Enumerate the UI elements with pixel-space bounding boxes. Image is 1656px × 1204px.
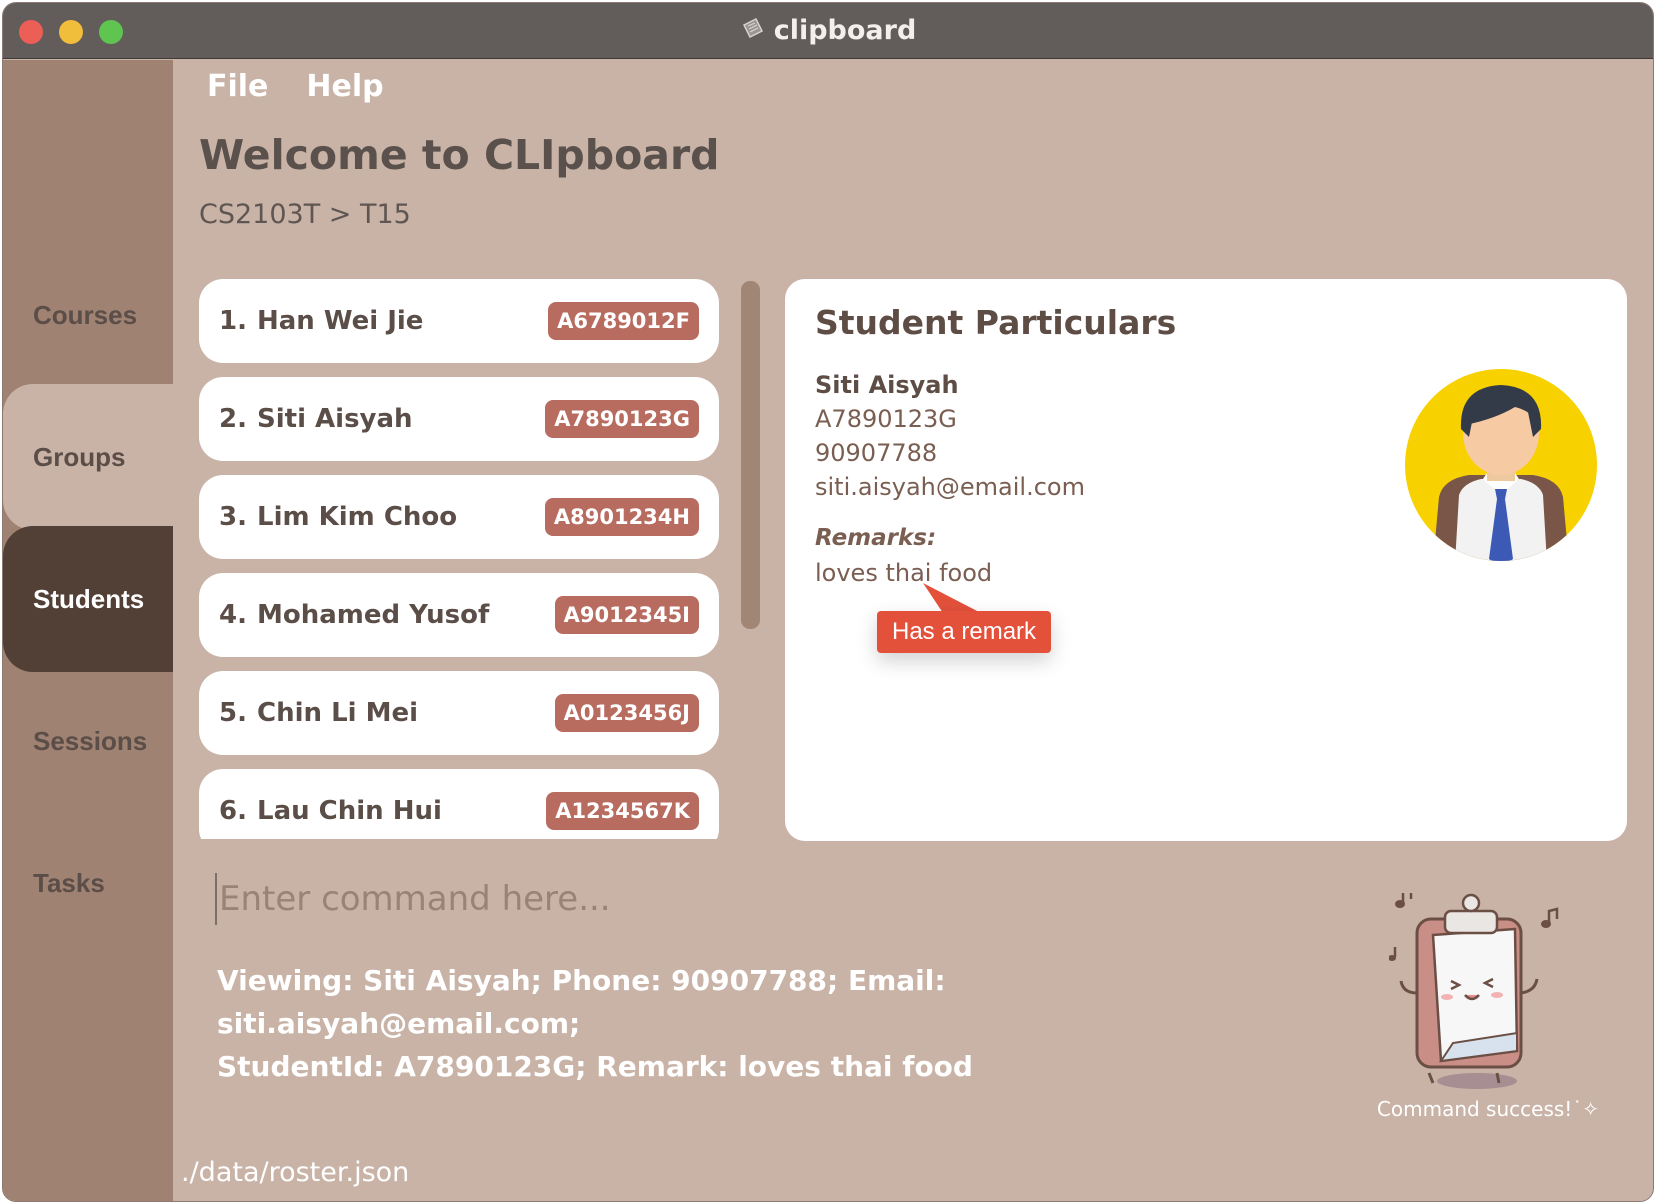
remarks-label: Remarks: xyxy=(815,525,937,551)
student-id-badge: A1234567K xyxy=(546,792,699,830)
tooltip-text: Has a remark xyxy=(892,618,1037,645)
window-title-area: clipboard xyxy=(3,15,1653,48)
sidebar-item-label: Students xyxy=(33,583,145,614)
command-result: Viewing: Siti Aisyah; Phone: 90907788; E… xyxy=(217,959,1257,1088)
sidebar-item-label: Tasks xyxy=(33,867,105,898)
sidebar-item-courses[interactable]: Courses xyxy=(3,242,173,388)
student-card[interactable]: 2. Siti Aisyah A7890123G xyxy=(199,377,719,461)
app-window: clipboard Courses Groups Students Sessio… xyxy=(2,2,1654,1202)
clipboard-mascot-icon xyxy=(1388,887,1569,1093)
student-card[interactable]: 4. Mohamed Yusof A9012345I xyxy=(199,573,719,657)
page-title: Welcome to CLIpboard xyxy=(199,131,720,179)
sidebar-item-label: Sessions xyxy=(33,725,148,756)
student-index: 4. xyxy=(219,600,247,630)
particulars-name: Siti Aisyah xyxy=(815,371,959,399)
student-id-badge: A9012345I xyxy=(554,596,699,634)
mascot-caption: Command success!˙✧ xyxy=(1376,1097,1600,1121)
menu-bar: File Help xyxy=(207,69,384,104)
sidebar-item-groups[interactable]: Groups xyxy=(3,384,173,530)
student-name: Mohamed Yusof xyxy=(257,600,490,630)
title-bar: clipboard xyxy=(3,3,1653,59)
sidebar-item-tasks[interactable]: Tasks xyxy=(3,810,173,956)
sidebar-item-sessions[interactable]: Sessions xyxy=(3,668,173,814)
student-particulars-panel: Student Particulars Siti Aisyah A7890123… xyxy=(785,279,1627,841)
student-id-badge: A7890123G xyxy=(545,400,699,438)
student-name: Lau Chin Hui xyxy=(257,796,442,826)
student-name: Chin Li Mei xyxy=(257,698,419,728)
menu-file[interactable]: File xyxy=(207,69,268,104)
clipboard-app-icon xyxy=(740,15,766,48)
student-index: 1. xyxy=(219,306,247,336)
student-id-badge: A8901234H xyxy=(544,498,699,536)
student-index: 6. xyxy=(219,796,247,826)
menu-help[interactable]: Help xyxy=(306,69,383,104)
student-index: 3. xyxy=(219,502,247,532)
sidebar: Courses Groups Students Sessions Tasks xyxy=(3,60,173,1201)
breadcrumb: CS2103T > T15 xyxy=(199,199,411,230)
student-avatar-icon xyxy=(1403,367,1599,563)
student-name: Han Wei Jie xyxy=(257,306,424,336)
student-list: 1. Han Wei Jie A6789012F 2. Siti Aisyah … xyxy=(199,279,721,839)
particulars-email: siti.aisyah@email.com xyxy=(815,473,1085,501)
command-input[interactable] xyxy=(215,873,1315,925)
status-bar-path: ./data/roster.json xyxy=(181,1157,410,1188)
student-index: 2. xyxy=(219,404,247,434)
result-line-2: StudentId: A7890123G; Remark: loves thai… xyxy=(217,1050,973,1083)
sidebar-item-label: Courses xyxy=(33,299,138,330)
result-line-1: Viewing: Siti Aisyah; Phone: 90907788; E… xyxy=(217,964,946,1040)
student-card[interactable]: 1. Han Wei Jie A6789012F xyxy=(199,279,719,363)
student-card[interactable]: 5. Chin Li Mei A0123456J xyxy=(199,671,719,755)
student-card[interactable]: 6. Lau Chin Hui A1234567K xyxy=(199,769,719,839)
particulars-phone: 90907788 xyxy=(815,439,938,467)
panel-title: Student Particulars xyxy=(815,303,1177,342)
remark-tooltip: Has a remark xyxy=(877,611,1052,653)
student-list-scrollbar[interactable] xyxy=(741,281,760,629)
window-title: clipboard xyxy=(773,15,917,46)
student-name: Siti Aisyah xyxy=(257,404,413,434)
sidebar-item-label: Groups xyxy=(33,441,126,472)
student-name: Lim Kim Choo xyxy=(257,502,458,532)
student-index: 5. xyxy=(219,698,247,728)
student-card[interactable]: 3. Lim Kim Choo A8901234H xyxy=(199,475,719,559)
particulars-student-id: A7890123G xyxy=(815,405,957,433)
student-id-badge: A6789012F xyxy=(548,302,699,340)
sidebar-item-students[interactable]: Students xyxy=(3,526,173,672)
student-id-badge: A0123456J xyxy=(554,694,699,732)
